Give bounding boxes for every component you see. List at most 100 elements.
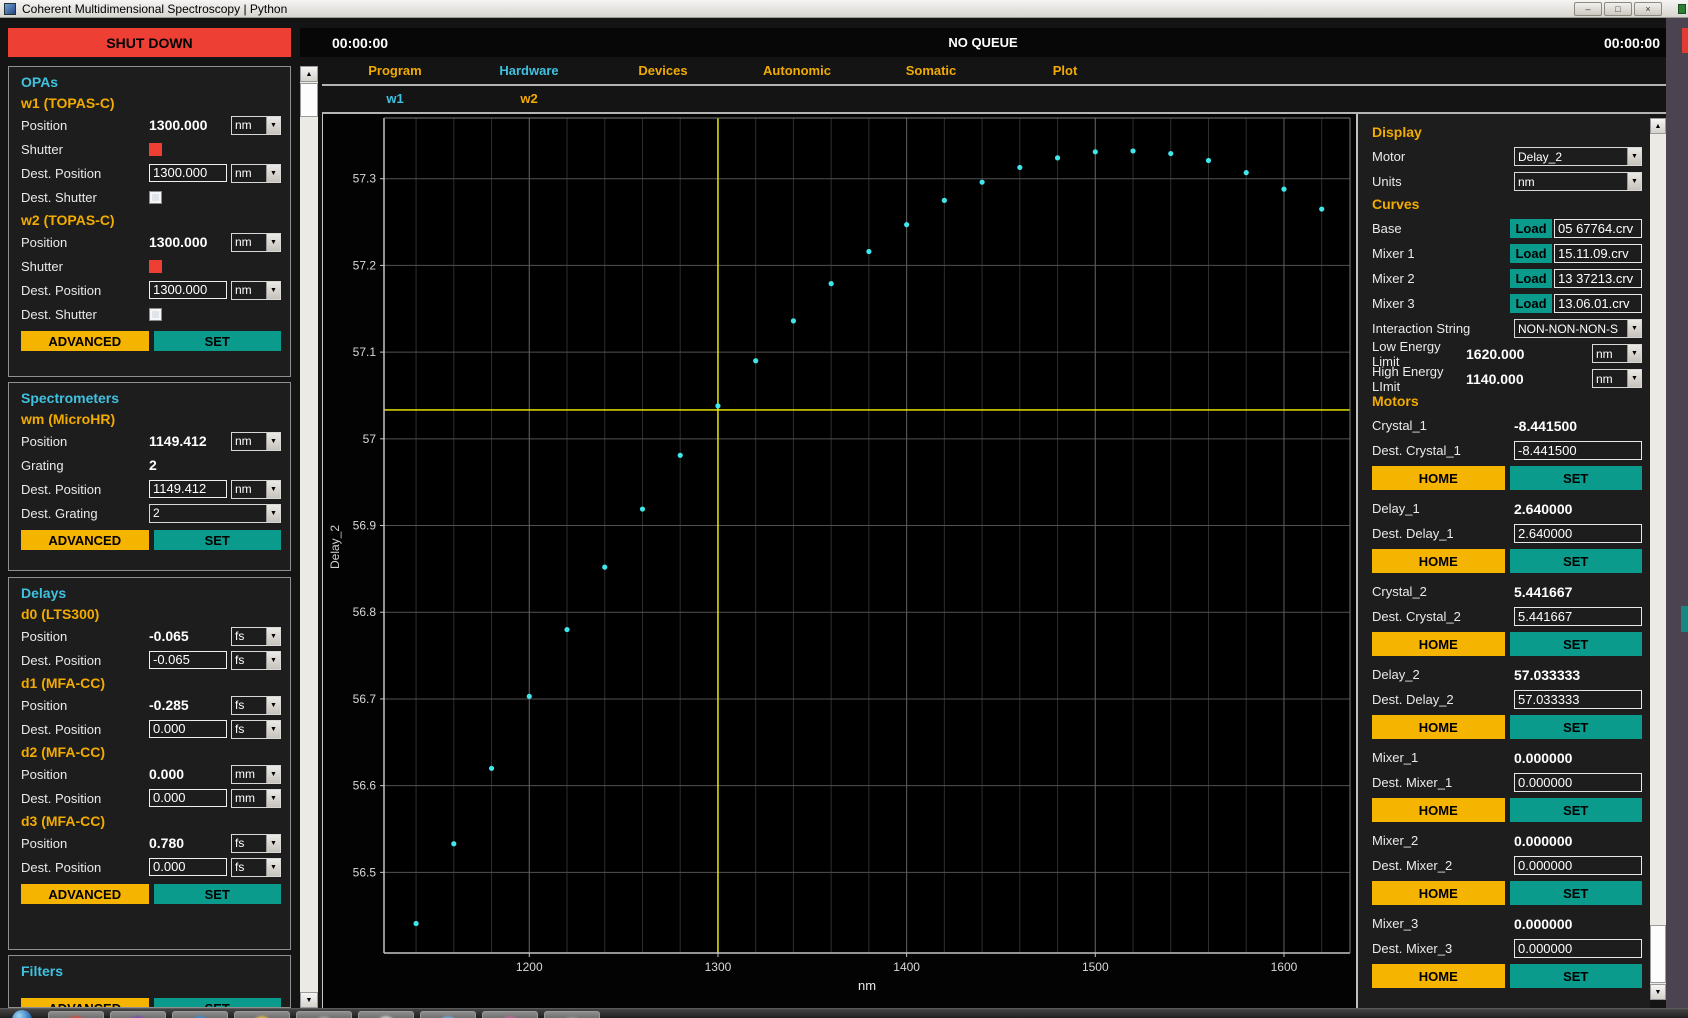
set-button[interactable]: SET <box>154 331 282 351</box>
dest-position-input[interactable]: 0.000 <box>149 720 227 738</box>
advanced-button[interactable]: ADVANCED <box>21 998 149 1008</box>
chevron-down-icon[interactable]: ▼ <box>266 835 280 852</box>
interaction-string-combo[interactable]: NON-NON-NON-S ▼ <box>1514 319 1642 338</box>
dest-shutter-checkbox[interactable] <box>149 191 162 204</box>
advanced-button[interactable]: ADVANCED <box>21 530 149 550</box>
chevron-down-icon[interactable]: ▼ <box>266 697 280 714</box>
dest-position-input[interactable]: 1149.412 <box>149 480 227 498</box>
dest-grating-combo[interactable]: 2▼ <box>149 504 281 523</box>
taskbar-button-app-indigo[interactable] <box>420 1011 476 1018</box>
right-scrollbar[interactable]: ▲ ▼ <box>1650 118 1666 1000</box>
tab-autonomic[interactable]: Autonomic <box>730 59 864 83</box>
chevron-down-icon[interactable]: ▼ <box>266 652 280 669</box>
unit-combo[interactable]: mm▼ <box>231 765 281 784</box>
home-button[interactable]: HOME <box>1372 549 1505 573</box>
chevron-down-icon[interactable]: ▼ <box>266 721 280 738</box>
dest-position-input[interactable]: 0.000 <box>149 789 227 807</box>
subtab-w2[interactable]: w2 <box>462 87 596 111</box>
home-button[interactable]: HOME <box>1372 715 1505 739</box>
taskbar-button-app-gray-3[interactable] <box>544 1011 600 1018</box>
minimize-button[interactable]: – <box>1574 2 1602 16</box>
unit-combo[interactable]: fs▼ <box>231 696 281 715</box>
load-button[interactable]: Load <box>1510 244 1552 263</box>
unit-combo[interactable]: nm▼ <box>231 281 281 300</box>
dest-position-input[interactable]: 1300.000 <box>149 281 227 299</box>
tab-plot[interactable]: Plot <box>998 59 1132 83</box>
load-button[interactable]: Load <box>1510 269 1552 288</box>
units-combo[interactable]: nm ▼ <box>1514 172 1642 191</box>
scroll-up-icon[interactable]: ▲ <box>300 66 318 82</box>
chevron-down-icon[interactable]: ▼ <box>1627 148 1641 165</box>
chevron-down-icon[interactable]: ▼ <box>266 859 280 876</box>
tab-program[interactable]: Program <box>328 59 462 83</box>
taskbar-button-app-purple[interactable] <box>110 1011 166 1018</box>
curve-file-field[interactable]: 05 67764.crv <box>1554 219 1642 238</box>
motor-combo[interactable]: Delay_2 ▼ <box>1514 147 1642 166</box>
unit-combo[interactable]: fs▼ <box>231 651 281 670</box>
subtab-w1[interactable]: w1 <box>328 87 462 111</box>
left-scrollbar-thumb[interactable] <box>300 83 318 117</box>
chevron-down-icon[interactable]: ▼ <box>266 766 280 783</box>
curve-file-field[interactable]: 15.11.09.crv <box>1554 244 1642 263</box>
shutter-indicator[interactable] <box>149 260 162 273</box>
chevron-down-icon[interactable]: ▼ <box>266 117 280 134</box>
restore-button[interactable]: □ <box>1604 2 1632 16</box>
taskbar-button-app-gray-1[interactable] <box>296 1011 352 1018</box>
motor-dest-input[interactable]: 0.000000 <box>1514 939 1642 958</box>
unit-combo[interactable]: nm▼ <box>231 164 281 183</box>
chevron-down-icon[interactable]: ▼ <box>266 505 280 522</box>
curve-file-field[interactable]: 13 37213.crv <box>1554 269 1642 288</box>
set-button[interactable]: SET <box>1510 715 1643 739</box>
chevron-down-icon[interactable]: ▼ <box>266 234 280 251</box>
motor-dest-input[interactable]: 5.441667 <box>1514 607 1642 626</box>
dest-position-input[interactable]: 1300.000 <box>149 164 227 182</box>
chevron-down-icon[interactable]: ▼ <box>266 628 280 645</box>
motor-dest-input[interactable]: 2.640000 <box>1514 524 1642 543</box>
shutter-indicator[interactable] <box>149 143 162 156</box>
taskbar-button-app-blue[interactable] <box>172 1011 228 1018</box>
home-button[interactable]: HOME <box>1372 881 1505 905</box>
taskbar-button-app-red[interactable] <box>48 1011 104 1018</box>
shut-down-button[interactable]: SHUT DOWN <box>8 28 291 57</box>
set-button[interactable]: SET <box>1510 798 1643 822</box>
set-button[interactable]: SET <box>1510 881 1643 905</box>
unit-combo[interactable]: nm▼ <box>231 233 281 252</box>
dest-position-input[interactable]: 0.000 <box>149 858 227 876</box>
set-button[interactable]: SET <box>1510 549 1643 573</box>
motor-dest-input[interactable]: 0.000000 <box>1514 856 1642 875</box>
taskbar-button-app-pink[interactable] <box>482 1011 538 1018</box>
chevron-down-icon[interactable]: ▼ <box>1627 320 1641 337</box>
chevron-down-icon[interactable]: ▼ <box>266 165 280 182</box>
set-button[interactable]: SET <box>154 530 282 550</box>
taskbar-button-app-gray-2[interactable] <box>358 1011 414 1018</box>
set-button[interactable]: SET <box>1510 964 1643 988</box>
home-button[interactable]: HOME <box>1372 466 1505 490</box>
set-button[interactable]: SET <box>154 884 282 904</box>
home-button[interactable]: HOME <box>1372 798 1505 822</box>
start-orb[interactable] <box>12 1010 32 1018</box>
tab-somatic[interactable]: Somatic <box>864 59 998 83</box>
advanced-button[interactable]: ADVANCED <box>21 884 149 904</box>
chevron-down-icon[interactable]: ▼ <box>1627 173 1641 190</box>
scroll-up-icon[interactable]: ▲ <box>1650 118 1666 134</box>
home-button[interactable]: HOME <box>1372 964 1505 988</box>
chevron-down-icon[interactable]: ▼ <box>266 481 280 498</box>
scroll-down-icon[interactable]: ▼ <box>300 992 318 1008</box>
taskbar-button-app-yellow[interactable] <box>234 1011 290 1018</box>
taskbar[interactable] <box>0 1008 1688 1018</box>
high-energy-unit-combo[interactable]: nm ▼ <box>1592 369 1642 388</box>
chevron-down-icon[interactable]: ▼ <box>1627 370 1641 387</box>
dest-position-input[interactable]: -0.065 <box>149 651 227 669</box>
load-button[interactable]: Load <box>1510 219 1552 238</box>
unit-combo[interactable]: fs▼ <box>231 720 281 739</box>
right-scrollbar-thumb[interactable] <box>1650 925 1666 983</box>
chevron-down-icon[interactable]: ▼ <box>266 282 280 299</box>
unit-combo[interactable]: nm▼ <box>231 432 281 451</box>
unit-combo[interactable]: fs▼ <box>231 627 281 646</box>
low-energy-unit-combo[interactable]: nm ▼ <box>1592 344 1642 363</box>
curve-file-field[interactable]: 13.06.01.crv <box>1554 294 1642 313</box>
chevron-down-icon[interactable]: ▼ <box>1627 345 1641 362</box>
chevron-down-icon[interactable]: ▼ <box>266 790 280 807</box>
scroll-down-icon[interactable]: ▼ <box>1650 984 1666 1000</box>
load-button[interactable]: Load <box>1510 294 1552 313</box>
